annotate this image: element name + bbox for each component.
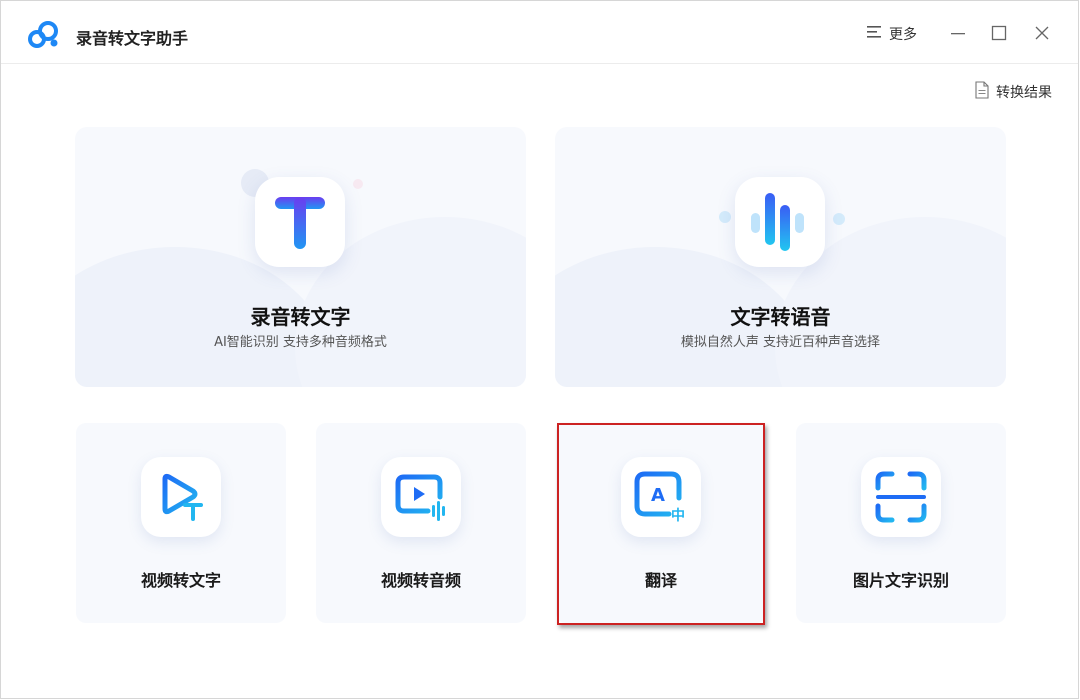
cloud-logo-icon (27, 19, 61, 51)
translate-icon: A 中 (621, 457, 701, 537)
conversion-results-label: 转换结果 (996, 85, 1052, 101)
more-label: 更多 (889, 27, 917, 43)
letter-t-icon (255, 177, 345, 267)
close-button[interactable] (1032, 23, 1052, 43)
card-translate[interactable]: A 中 翻译 (556, 423, 766, 623)
minimize-button[interactable] (948, 23, 968, 43)
card-subtitle: AI智能识别 支持多种音频格式 (214, 335, 387, 350)
card-title: 视频转音频 (380, 571, 461, 590)
app-title: 录音转文字助手 (76, 29, 189, 48)
title-bar: 录音转文字助手 更多 (1, 1, 1078, 64)
menu-lines-icon (867, 25, 883, 43)
sound-wave-icon (735, 177, 825, 267)
card-subtitle: 模拟自然人声 支持近百种声音选择 (680, 335, 881, 350)
card-title: 文字转语音 (730, 305, 831, 329)
close-icon (1035, 26, 1049, 40)
app-window: 录音转文字助手 更多 转换结果 录音转文字 AI智能识别 支持多种音频格式 文字… (0, 0, 1079, 699)
card-image-ocr[interactable]: 图片文字识别 (796, 423, 1006, 623)
decor-dot (353, 179, 363, 189)
card-title: 翻译 (644, 571, 677, 590)
document-icon (974, 81, 990, 103)
maximize-button[interactable] (989, 23, 1009, 43)
maximize-icon (991, 25, 1007, 41)
card-title: 图片文字识别 (852, 571, 949, 590)
svg-text:中: 中 (671, 507, 685, 524)
conversion-results-button[interactable]: 转换结果 (974, 81, 1052, 103)
card-video-to-text[interactable]: 视频转文字 (76, 423, 286, 623)
card-audio-to-text[interactable]: 录音转文字 AI智能识别 支持多种音频格式 (75, 127, 526, 387)
video-to-text-icon (141, 457, 221, 537)
card-video-to-audio[interactable]: 视频转音频 (316, 423, 526, 623)
minimize-icon (951, 33, 965, 35)
card-text-to-speech[interactable]: 文字转语音 模拟自然人声 支持近百种声音选择 (555, 127, 1006, 387)
svg-text:A: A (651, 485, 665, 506)
video-to-audio-icon (381, 457, 461, 537)
more-menu-button[interactable]: 更多 (867, 24, 917, 44)
scan-image-icon (861, 457, 941, 537)
card-title: 录音转文字 (250, 305, 351, 329)
decor-dot (833, 213, 845, 225)
decor-dot (719, 211, 731, 223)
card-title: 视频转文字 (140, 571, 221, 590)
